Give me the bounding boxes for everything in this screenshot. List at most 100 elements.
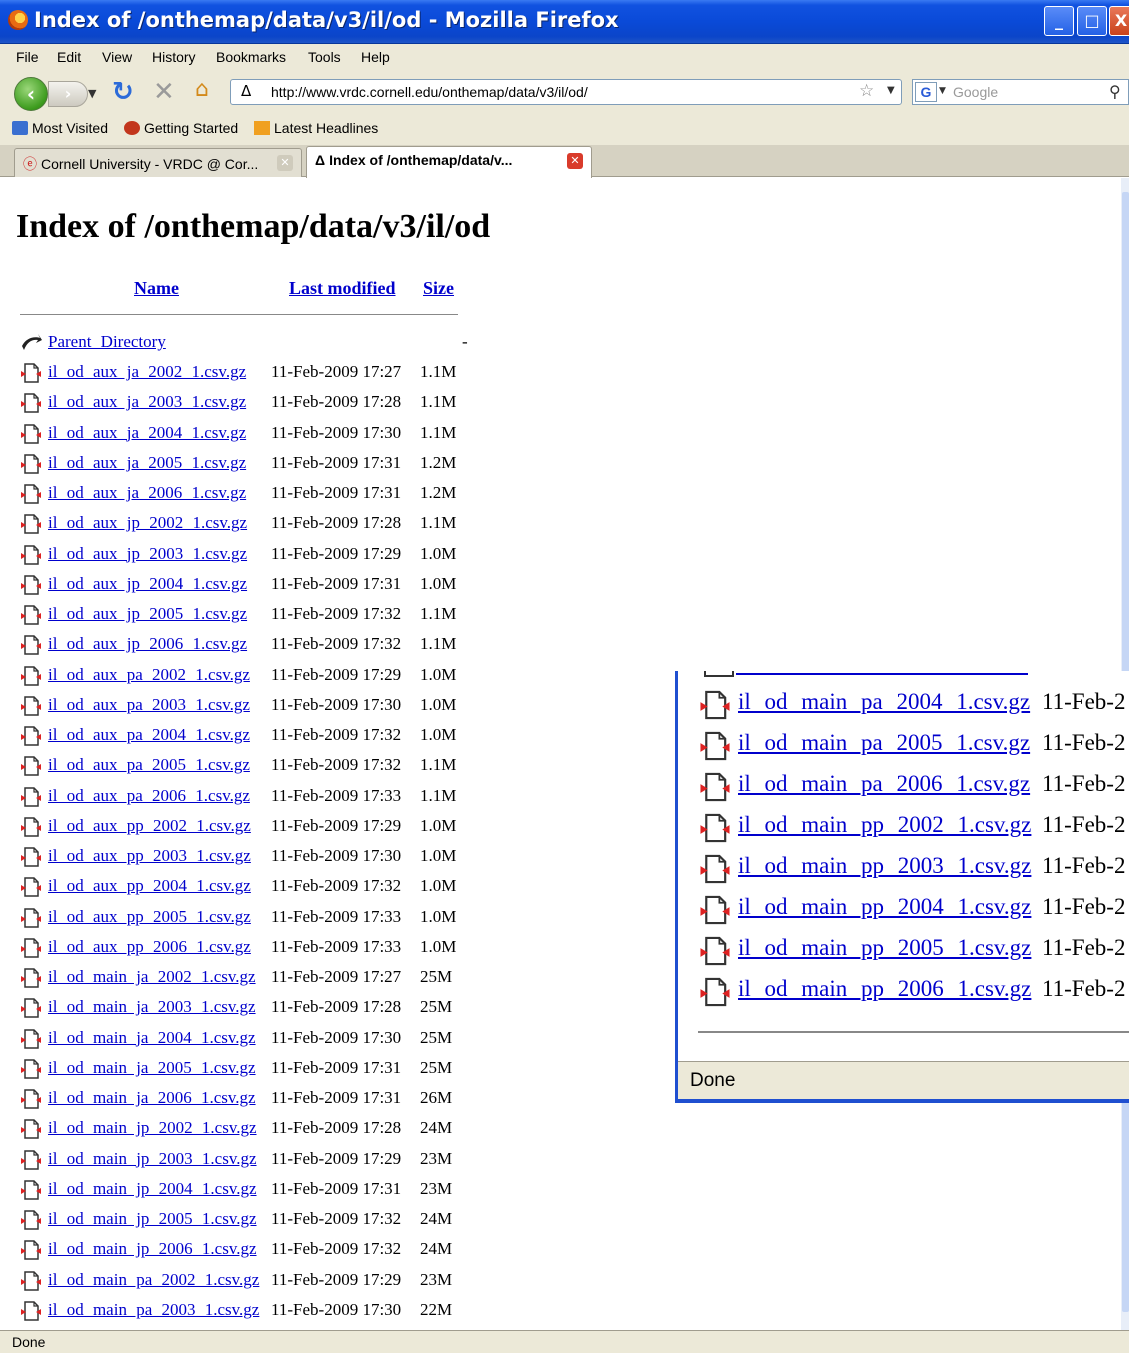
menu-tools[interactable]: Tools: [308, 49, 341, 65]
file-link[interactable]: il od main pa 2002 1.csv.gz: [48, 1270, 259, 1290]
file-link[interactable]: il od main pa 2006 1.csv.gz: [738, 771, 1030, 797]
file-modified: 11-Feb-2009 17:32: [271, 634, 402, 654]
file-link[interactable]: il od main ja 2002 1.csv.gz: [48, 967, 256, 987]
file-modified: 11-Feb-2009 17:28: [271, 392, 402, 412]
file-modified: 11-Feb-2009 17:33: [271, 906, 402, 926]
parent-directory-link[interactable]: Parent Directory: [48, 332, 166, 352]
file-link[interactable]: il od main pp 2002 1.csv.gz: [738, 812, 1031, 838]
back-arrow-icon: [22, 334, 42, 350]
url-dropdown-icon[interactable]: ▼: [887, 85, 895, 96]
tab-index-of[interactable]: Δ Index of /onthemap/data/v... ✕: [306, 146, 592, 178]
file-link[interactable]: il od main pa 2005 1.csv.gz: [738, 730, 1030, 756]
file-link[interactable]: il od aux pa 2004 1.csv.gz: [48, 725, 250, 745]
file-link[interactable]: il od main ja 2006 1.csv.gz: [48, 1088, 256, 1108]
menu-history[interactable]: History: [152, 49, 196, 65]
compressed-file-icon: [21, 454, 41, 474]
reload-icon[interactable]: ↻: [112, 77, 134, 107]
compressed-file-icon: [21, 847, 41, 867]
close-tab-icon[interactable]: ✕: [277, 155, 293, 171]
file-link[interactable]: il od main jp 2003 1.csv.gz: [48, 1149, 257, 1169]
file-link[interactable]: il od main pp 2006 1.csv.gz: [738, 976, 1031, 1002]
minimize-button[interactable]: _: [1044, 6, 1074, 36]
file-link[interactable]: il od main pp 2005 1.csv.gz: [738, 935, 1031, 961]
maximize-button[interactable]: □: [1077, 6, 1107, 36]
bookmarks-toolbar: Most Visited Getting Started Latest Head…: [0, 113, 1129, 145]
file-link[interactable]: il od main ja 2003 1.csv.gz: [48, 997, 256, 1017]
search-engine-icon[interactable]: G: [915, 82, 937, 102]
history-dropdown-icon[interactable]: ▼: [88, 87, 96, 100]
page-favicon-icon: Δ: [315, 152, 326, 168]
menu-file[interactable]: File: [16, 49, 39, 65]
file-link[interactable]: il od aux ja 2004 1.csv.gz: [48, 423, 246, 443]
file-link[interactable]: il od aux pp 2006 1.csv.gz: [48, 937, 251, 957]
file-link[interactable]: il od aux jp 2006 1.csv.gz: [48, 634, 247, 654]
tab-cornell-vrdc[interactable]: ⓔ Cornell University - VRDC @ Cor... ✕: [14, 148, 302, 177]
window-titlebar[interactable]: Index of /onthemap/data/v3/il/od - Mozil…: [0, 0, 1129, 44]
menu-help[interactable]: Help: [361, 49, 390, 65]
compressed-file-icon: [21, 1089, 41, 1109]
file-link[interactable]: il od main pp 2003 1.csv.gz: [738, 853, 1031, 879]
tab-label: Cornell University - VRDC @ Cor...: [41, 156, 259, 172]
url-text[interactable]: http://www.vrdc.cornell.edu/onthemap/dat…: [271, 84, 588, 100]
file-link[interactable]: il od main ja 2004 1.csv.gz: [48, 1028, 256, 1048]
compressed-file-icon: [21, 1301, 41, 1321]
compressed-file-icon: [700, 936, 730, 966]
file-link[interactable]: il od aux ja 2002 1.csv.gz: [48, 362, 246, 382]
file-link[interactable]: il od main jp 2006 1.csv.gz: [48, 1239, 257, 1259]
column-header-name[interactable]: Name: [134, 278, 179, 299]
file-link[interactable]: il od aux pa 2005 1.csv.gz: [48, 755, 250, 775]
url-bar[interactable]: Δ http://www.vrdc.cornell.edu/onthemap/d…: [230, 79, 902, 105]
file-link[interactable]: il od main jp 2004 1.csv.gz: [48, 1179, 257, 1199]
compressed-file-icon: [700, 772, 730, 802]
file-link[interactable]: il od aux jp 2002 1.csv.gz: [48, 513, 247, 533]
file-size: 25M: [420, 997, 453, 1017]
file-link[interactable]: il od aux ja 2005 1.csv.gz: [48, 453, 246, 473]
bookmark-latest-headlines[interactable]: Latest Headlines: [254, 120, 378, 136]
close-tab-icon[interactable]: ✕: [567, 153, 583, 169]
file-link[interactable]: il od main ja 2005 1.csv.gz: [48, 1058, 256, 1078]
file-link[interactable]: il od aux pp 2004 1.csv.gz: [48, 876, 251, 896]
file-link[interactable]: il od aux pp 2005 1.csv.gz: [48, 907, 251, 927]
file-modified: 11-Feb-2009 17:31: [271, 1057, 402, 1077]
compressed-file-icon: [21, 938, 41, 958]
firefox-logo-icon: [8, 10, 28, 30]
file-link[interactable]: il od aux pa 2002 1.csv.gz: [48, 665, 250, 685]
close-window-button[interactable]: X: [1109, 6, 1129, 36]
file-link[interactable]: il od aux jp 2005 1.csv.gz: [48, 604, 247, 624]
compressed-file-icon: [700, 813, 730, 843]
file-link[interactable]: il od main pa 2003 1.csv.gz: [48, 1300, 259, 1320]
menu-bookmarks[interactable]: Bookmarks: [216, 49, 286, 65]
stop-icon[interactable]: ✕: [153, 77, 175, 107]
file-link[interactable]: il od main jp 2005 1.csv.gz: [48, 1209, 257, 1229]
file-link[interactable]: il od aux ja 2003 1.csv.gz: [48, 392, 246, 412]
search-icon[interactable]: ⚲: [1109, 82, 1121, 101]
file-link[interactable]: il od aux ja 2006 1.csv.gz: [48, 483, 246, 503]
home-icon[interactable]: ⌂: [195, 77, 209, 102]
file-link[interactable]: il od main jp 2002 1.csv.gz: [48, 1118, 257, 1138]
file-link[interactable]: il od aux pa 2006 1.csv.gz: [48, 786, 250, 806]
file-modified: 11-Feb-2: [1042, 689, 1126, 714]
file-link[interactable]: il od aux pp 2003 1.csv.gz: [48, 846, 251, 866]
file-link[interactable]: il od aux jp 2003 1.csv.gz: [48, 544, 247, 564]
bookmark-most-visited[interactable]: Most Visited: [12, 120, 108, 136]
menu-view[interactable]: View: [102, 49, 132, 65]
file-size: 23M: [420, 1178, 453, 1198]
bookmark-star-icon[interactable]: ☆: [859, 81, 874, 101]
forward-button[interactable]: ›: [48, 81, 88, 107]
site-identity-icon[interactable]: Δ: [241, 82, 251, 100]
file-modified: 11-Feb-2009 17:33: [271, 936, 402, 956]
search-input[interactable]: Google: [953, 84, 998, 100]
file-link[interactable]: il od main pa 2004 1.csv.gz: [738, 689, 1030, 715]
file-link[interactable]: il od aux jp 2004 1.csv.gz: [48, 574, 247, 594]
search-engine-dropdown-icon[interactable]: ▼: [939, 86, 946, 96]
file-link[interactable]: il od aux pp 2002 1.csv.gz: [48, 816, 251, 836]
file-link[interactable]: il od aux pa 2003 1.csv.gz: [48, 695, 250, 715]
menu-edit[interactable]: Edit: [57, 49, 81, 65]
column-header-last-modified[interactable]: Last modified: [289, 278, 396, 299]
menu-bar: File Edit View History Bookmarks Tools H…: [0, 44, 1129, 71]
bookmark-getting-started[interactable]: Getting Started: [124, 120, 238, 136]
search-box[interactable]: G ▼ Google ⚲: [912, 79, 1129, 105]
column-header-size[interactable]: Size: [423, 278, 454, 299]
back-button[interactable]: ‹: [14, 77, 48, 111]
file-link[interactable]: il od main pp 2004 1.csv.gz: [738, 894, 1031, 920]
